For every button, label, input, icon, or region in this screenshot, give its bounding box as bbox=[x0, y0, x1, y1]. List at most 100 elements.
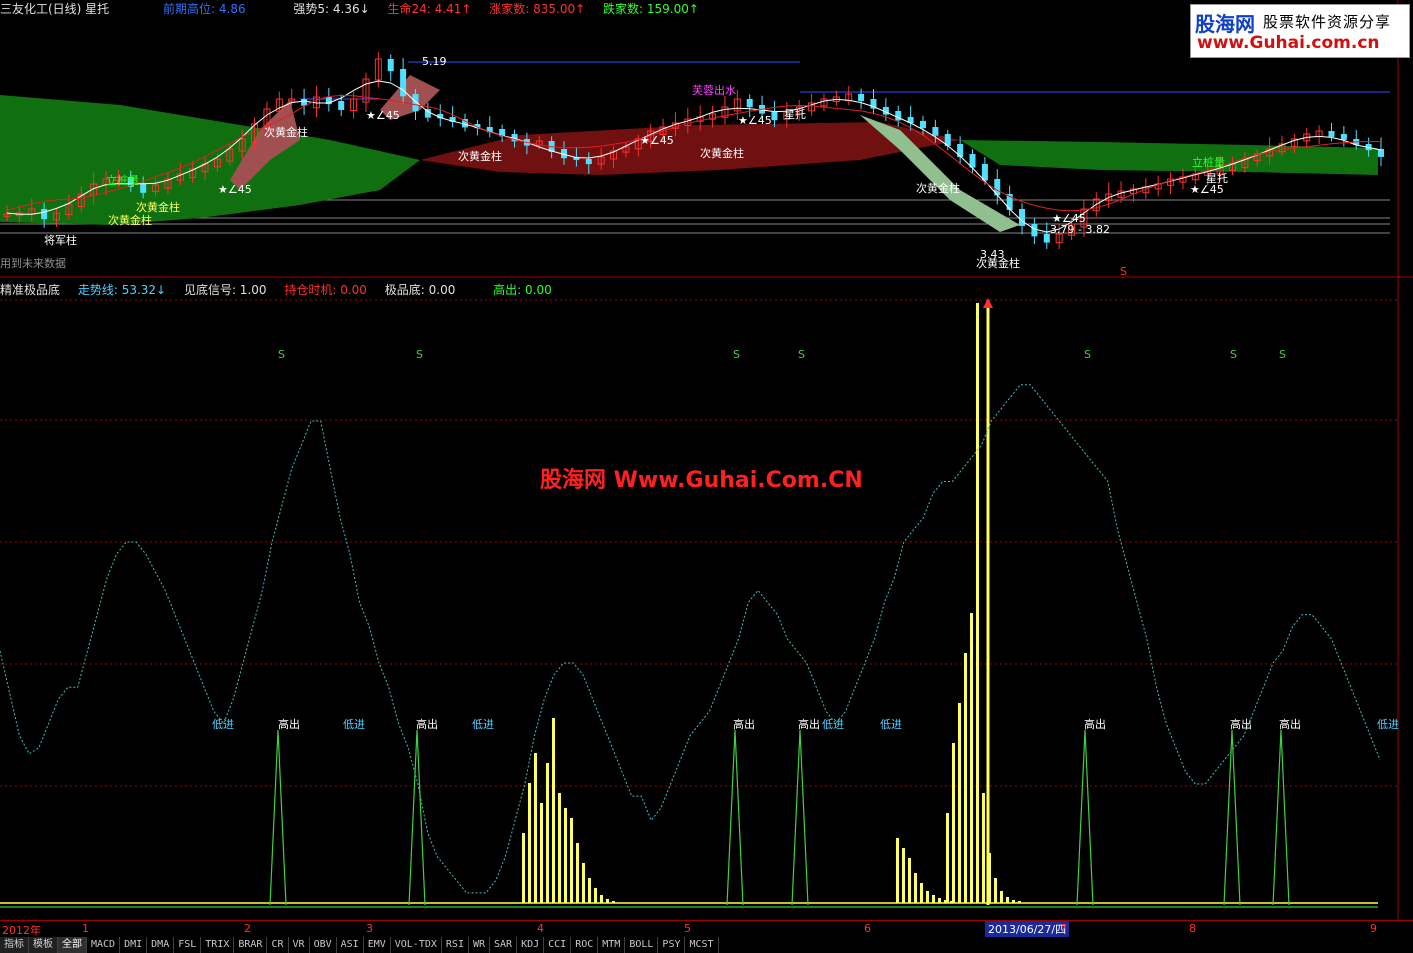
tab-kdj[interactable]: KDJ bbox=[517, 937, 545, 953]
high-exit-label: 高出 bbox=[733, 718, 755, 731]
extreme-value: 极品底: 0.00 bbox=[384, 283, 456, 297]
tab-模板[interactable]: 模板 bbox=[29, 937, 58, 953]
tab-mtm[interactable]: MTM bbox=[598, 937, 626, 953]
yellow-bar bbox=[896, 838, 899, 903]
candle-body bbox=[140, 184, 147, 193]
candle-body bbox=[746, 99, 753, 108]
low-entry-label: 低进 bbox=[343, 718, 365, 731]
candle-body bbox=[771, 111, 778, 121]
yellow-bar bbox=[594, 888, 597, 903]
signal-label: 次黄金柱 bbox=[916, 182, 960, 195]
tab-emv[interactable]: EMV bbox=[364, 937, 391, 953]
yellow-bar bbox=[522, 833, 525, 903]
yellow-bar bbox=[902, 848, 905, 903]
hold-value: 持仓时机: 0.00 bbox=[284, 283, 367, 297]
prev-high: 前期高位: 4.86 bbox=[163, 2, 246, 16]
yellow-bar bbox=[600, 895, 603, 903]
yellow-bar bbox=[908, 858, 911, 903]
candle-body bbox=[1378, 149, 1384, 157]
sell-marker: S bbox=[1120, 265, 1127, 278]
yellow-bar bbox=[1006, 897, 1009, 903]
month-label: 5 bbox=[684, 922, 691, 935]
yellow-bar bbox=[932, 895, 935, 903]
tab-dma[interactable]: DMA bbox=[147, 937, 175, 953]
signal-label: 立桩量 bbox=[1192, 156, 1225, 169]
signal-label: 立桩量 bbox=[106, 174, 139, 187]
yellow-bar bbox=[606, 899, 609, 903]
indicator-name: 精准极品底 bbox=[0, 283, 61, 297]
high-exit-label: 高出 bbox=[1230, 718, 1252, 731]
sell-marker: S bbox=[798, 348, 805, 361]
yellow-bar bbox=[914, 873, 917, 903]
tab-brar[interactable]: BRAR bbox=[234, 937, 268, 953]
signal-peak bbox=[408, 729, 426, 906]
month-label: 6 bbox=[864, 922, 871, 935]
signal-label: 将军柱 bbox=[44, 234, 77, 247]
sell-marker: S bbox=[416, 348, 423, 361]
logo-url: www.Guhai.com.cn bbox=[1197, 33, 1380, 53]
yellow-bar bbox=[946, 813, 949, 903]
tab-obv[interactable]: OBV bbox=[310, 937, 337, 953]
fall-count: 跌家数: 159.00↑ bbox=[603, 2, 699, 16]
signal-label: ★∠45 bbox=[366, 109, 400, 122]
date-axis: 2012年 2013/06/27/四 1 2 3 4 5 6 7 8 9 bbox=[0, 920, 1413, 938]
tab-sar[interactable]: SAR bbox=[490, 937, 518, 953]
candle-body bbox=[1043, 234, 1050, 243]
yellow-bar bbox=[552, 718, 555, 903]
sell-marker: S bbox=[1230, 348, 1237, 361]
yellow-bar bbox=[1000, 891, 1003, 903]
tab-fsl[interactable]: FSL bbox=[174, 937, 202, 953]
price-bands bbox=[0, 75, 1378, 232]
tab-cci[interactable]: CCI bbox=[544, 937, 572, 953]
yellow-bar bbox=[964, 653, 967, 903]
month-label: 8 bbox=[1189, 922, 1196, 935]
signal-label: 次黄金柱 bbox=[976, 257, 1020, 270]
yellow-bar bbox=[970, 613, 973, 903]
high-exit-label: 高出 bbox=[416, 718, 438, 731]
indicator-tabbar: 指标 模板 全部 MACD DMI DMA FSL TRIX BRAR CR VR OBV ASI EMV… bbox=[0, 937, 1413, 953]
tab-boll[interactable]: BOLL bbox=[625, 937, 659, 953]
bottom-signal-value: 见底信号: 1.00 bbox=[183, 283, 267, 297]
tab-指标[interactable]: 指标 bbox=[0, 937, 29, 953]
candle-body bbox=[920, 121, 926, 129]
tab-trix[interactable]: TRIX bbox=[201, 937, 235, 953]
tab-macd[interactable]: MACD bbox=[87, 937, 121, 953]
candle-body bbox=[957, 144, 964, 158]
candle-body bbox=[1328, 131, 1335, 137]
yellow-bar bbox=[576, 843, 579, 903]
candle-body bbox=[1031, 224, 1038, 237]
signal-peak bbox=[1076, 729, 1094, 906]
current-date: 2013/06/27/四 bbox=[985, 921, 1070, 937]
signal-label: 芙蓉出水 bbox=[692, 84, 736, 97]
month-label: 1 bbox=[82, 922, 89, 935]
signal-label: 次黄金柱 bbox=[264, 126, 308, 139]
tab-asi[interactable]: ASI bbox=[337, 937, 364, 953]
future-data-note: 用到未来数据 bbox=[0, 257, 66, 270]
tab-cr[interactable]: CR bbox=[267, 937, 289, 953]
month-label: 4 bbox=[537, 922, 544, 935]
sell-marker: S bbox=[1084, 348, 1091, 361]
low-entry-label: 低进 bbox=[1377, 718, 1399, 731]
signal-peak bbox=[1272, 729, 1290, 906]
yellow-bar bbox=[994, 878, 997, 903]
yellow-bar bbox=[564, 808, 567, 903]
candle-body bbox=[932, 127, 939, 136]
guhai-logo: 股海网 股票软件资源分享 www.Guhai.com.cn bbox=[1190, 4, 1410, 58]
tab-wr[interactable]: WR bbox=[469, 937, 491, 953]
signal-label: 次黄金柱 bbox=[700, 147, 744, 160]
tab-rsi[interactable]: RSI bbox=[442, 937, 469, 953]
tab-psy[interactable]: PSY bbox=[658, 937, 686, 953]
yellow-bar bbox=[920, 883, 923, 903]
high-exit-label: 高出 bbox=[798, 718, 820, 731]
tab-roc[interactable]: ROC bbox=[571, 937, 599, 953]
tab-vol-tdx[interactable]: VOL-TDX bbox=[391, 937, 442, 953]
tab-全部[interactable]: 全部 bbox=[58, 937, 87, 953]
signal-label: ★∠45 bbox=[640, 134, 674, 147]
candle-body bbox=[858, 94, 865, 102]
tab-vr[interactable]: VR bbox=[289, 937, 310, 953]
candle-body bbox=[338, 101, 345, 110]
tab-mcst[interactable]: MCST bbox=[685, 937, 719, 953]
yellow-bar bbox=[588, 878, 591, 903]
tab-dmi[interactable]: DMI bbox=[120, 937, 148, 953]
month-label: 7 bbox=[1060, 922, 1067, 935]
